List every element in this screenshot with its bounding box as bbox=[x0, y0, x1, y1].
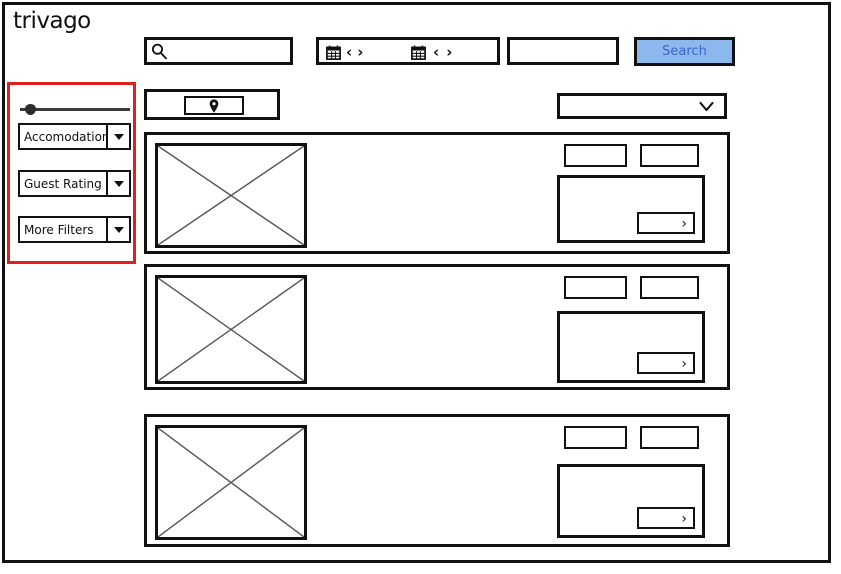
map-pin-icon bbox=[209, 98, 219, 113]
view-deal-button[interactable]: › bbox=[637, 507, 695, 529]
chevron-right-icon: › bbox=[681, 356, 687, 372]
view-deal-button[interactable]: › bbox=[637, 352, 695, 374]
price-slider[interactable] bbox=[20, 102, 130, 116]
triangle-down-icon[interactable] bbox=[106, 218, 129, 241]
checkin-next-icon[interactable]: › bbox=[357, 44, 363, 60]
guests-input[interactable] bbox=[507, 37, 619, 65]
filter-dropdown-guest-rating-label: Guest Rating bbox=[24, 176, 102, 191]
triangle-down-icon[interactable] bbox=[106, 172, 129, 195]
destination-search-input[interactable] bbox=[144, 37, 293, 65]
sort-select[interactable] bbox=[557, 93, 727, 119]
hotel-image-placeholder bbox=[155, 275, 307, 384]
price-slider-track[interactable] bbox=[20, 108, 130, 111]
hotel-image-placeholder bbox=[155, 143, 307, 248]
checkout-prev-icon[interactable]: ‹ bbox=[433, 44, 439, 60]
filter-dropdown-more-filters[interactable]: More Filters bbox=[18, 216, 131, 243]
chevron-right-icon: › bbox=[681, 511, 687, 527]
checkin-date-group[interactable]: ‹ › bbox=[326, 43, 363, 61]
result-card[interactable]: › bbox=[144, 264, 730, 390]
checkout-next-icon[interactable]: › bbox=[446, 44, 452, 60]
result-card[interactable]: › bbox=[144, 132, 730, 254]
filter-panel: Accomodation Guest Rating More Filters bbox=[7, 82, 136, 264]
price-slider-handle[interactable] bbox=[25, 104, 36, 115]
checkout-date-group[interactable]: ‹ › bbox=[411, 43, 452, 61]
calendar-icon bbox=[411, 45, 426, 60]
result-card[interactable]: › bbox=[144, 414, 730, 547]
filter-dropdown-accommodation-label: Accomodation bbox=[24, 129, 106, 144]
brand-logo[interactable]: trivago bbox=[13, 6, 91, 36]
hotel-tag-primary bbox=[564, 144, 627, 167]
triangle-down-icon[interactable] bbox=[106, 125, 129, 148]
filter-dropdown-guest-rating[interactable]: Guest Rating bbox=[18, 170, 131, 197]
hotel-image-placeholder bbox=[155, 425, 307, 540]
hotel-tag-primary bbox=[564, 426, 627, 449]
hotel-tag-secondary bbox=[640, 276, 699, 299]
filter-dropdown-accommodation[interactable]: Accomodation bbox=[18, 123, 131, 150]
hotel-tag-secondary bbox=[640, 144, 699, 167]
page-frame: trivago ‹ › ‹ › Search Accomodation Gues… bbox=[2, 2, 831, 563]
view-deal-button[interactable]: › bbox=[637, 212, 695, 234]
search-button[interactable]: Search bbox=[634, 37, 735, 66]
hotel-price-panel: › bbox=[557, 464, 705, 538]
search-button-label: Search bbox=[662, 43, 707, 59]
hotel-tag-secondary bbox=[640, 426, 699, 449]
hotel-price-panel: › bbox=[557, 311, 705, 383]
search-icon bbox=[152, 43, 167, 60]
chevron-down-icon[interactable] bbox=[699, 100, 714, 113]
filter-dropdown-more-filters-label: More Filters bbox=[24, 222, 94, 237]
hotel-price-panel: › bbox=[557, 175, 705, 243]
map-toggle-button[interactable] bbox=[184, 96, 244, 115]
map-toggle-bar[interactable] bbox=[144, 89, 280, 120]
chevron-right-icon: › bbox=[681, 216, 687, 232]
calendar-icon bbox=[326, 45, 341, 60]
date-range-picker[interactable]: ‹ › ‹ › bbox=[316, 37, 500, 65]
checkin-prev-icon[interactable]: ‹ bbox=[346, 44, 352, 60]
hotel-tag-primary bbox=[564, 276, 627, 299]
